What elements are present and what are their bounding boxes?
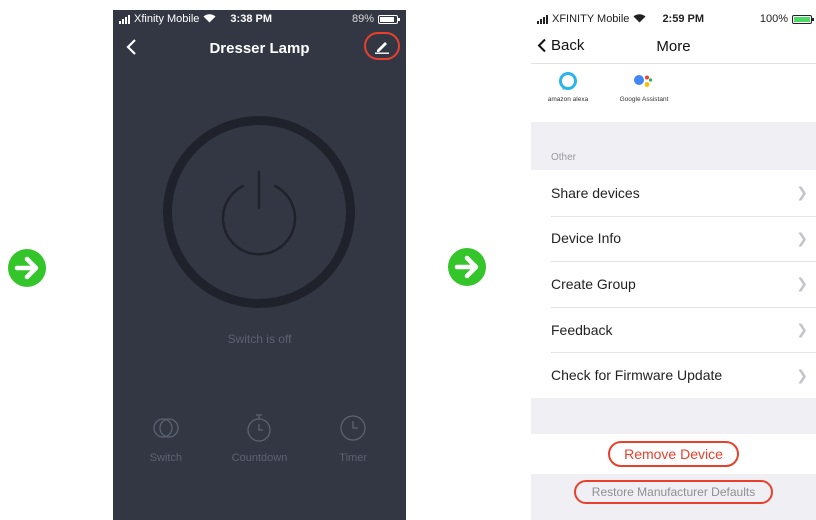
timer-button[interactable]: Timer (313, 412, 393, 464)
timer-label: Timer (339, 452, 367, 464)
battery-icon (792, 14, 814, 24)
nav-bar: Back More (531, 28, 816, 64)
alexa-icon (559, 72, 577, 90)
list-item-label: Feedback (551, 321, 613, 338)
pencil-icon (375, 42, 389, 54)
page-title: Dresser Lamp (209, 40, 310, 57)
countdown-button[interactable]: Countdown (219, 412, 299, 464)
list-item-share-devices[interactable]: Share devices ❯ (531, 170, 816, 216)
edit-button[interactable] (364, 32, 400, 60)
stopwatch-icon (247, 414, 272, 442)
chevron-right-icon: ❯ (796, 184, 808, 201)
chevron-right-icon: ❯ (796, 321, 808, 338)
chevron-right-icon: ❯ (796, 366, 808, 383)
list-item-create-group[interactable]: Create Group ❯ (531, 261, 816, 307)
chevron-right-icon: ❯ (796, 275, 808, 292)
google-assistant-icon (634, 75, 653, 87)
carrier-name: XFINITY Mobile (552, 13, 630, 25)
settings-list: Share devices ❯ Device Info ❯ Create Gro… (531, 170, 816, 398)
list-item-label: Check for Firmware Update (551, 367, 723, 384)
status-time: 3:38 PM (230, 13, 272, 25)
status-bar: Xfinity Mobile 3:38 PM 89% (113, 10, 406, 28)
restore-defaults-row: Restore Manufacturer Defaults (531, 473, 816, 510)
chevron-right-icon: ❯ (796, 229, 808, 246)
wifi-icon (633, 13, 646, 26)
alexa-item[interactable]: amazon alexa (537, 68, 599, 122)
page-title: More (656, 38, 691, 55)
battery-fill (380, 16, 395, 22)
battery-percent: 100% (759, 13, 788, 25)
list-item-label: Create Group (551, 275, 636, 292)
tutorial-canvas: Xfinity Mobile 3:38 PM 89% Dresser Lamp (0, 0, 816, 520)
list-item-label: Device Info (551, 230, 622, 247)
wifi-icon (203, 13, 216, 26)
nav-bar: Dresser Lamp (113, 28, 406, 68)
status-bar: XFINITY Mobile 2:59 PM 100% (531, 10, 816, 28)
restore-defaults-button[interactable]: Restore Manufacturer Defaults (573, 479, 774, 504)
clock-icon (340, 415, 366, 441)
remove-device-row: Remove Device (531, 433, 816, 474)
arrow-right-icon (8, 249, 46, 287)
arrow-right-icon (448, 248, 486, 286)
google-assistant-item[interactable]: Google Assistant (613, 68, 675, 122)
list-item-firmware-update[interactable]: Check for Firmware Update ❯ (531, 352, 816, 398)
switch-label: Switch (149, 452, 183, 464)
assistant-row: amazon alexa Google Assistant (531, 64, 816, 122)
list-item-feedback[interactable]: Feedback ❯ (531, 306, 816, 353)
alexa-label: amazon alexa (547, 96, 589, 103)
switch-toggle-icon (153, 418, 179, 438)
list-item-label: Share devices (551, 184, 640, 201)
battery-percent: 89% (351, 13, 374, 25)
switch-button[interactable]: Switch (126, 412, 206, 464)
power-icon (221, 170, 297, 256)
list-item-device-info[interactable]: Device Info ❯ (531, 215, 816, 262)
switch-status-text: Switch is off (227, 332, 292, 346)
signal-icon (537, 14, 548, 24)
signal-icon (119, 14, 130, 24)
bottom-controls: Switch Countdown Timer (113, 412, 406, 464)
section-header-other: Other (551, 152, 577, 163)
status-time: 2:59 PM (662, 13, 705, 25)
more-settings-screen: XFINITY Mobile 2:59 PM 100% Back More am… (531, 10, 816, 520)
device-control-screen: Xfinity Mobile 3:38 PM 89% Dresser Lamp (113, 10, 406, 520)
remove-device-button[interactable]: Remove Device (608, 440, 739, 467)
battery-icon (378, 14, 400, 24)
countdown-label: Countdown (231, 452, 288, 464)
battery-fill (794, 16, 810, 22)
google-assistant-label: Google Assistant (619, 96, 669, 103)
power-button[interactable] (163, 116, 355, 308)
carrier-name: Xfinity Mobile (134, 13, 200, 25)
